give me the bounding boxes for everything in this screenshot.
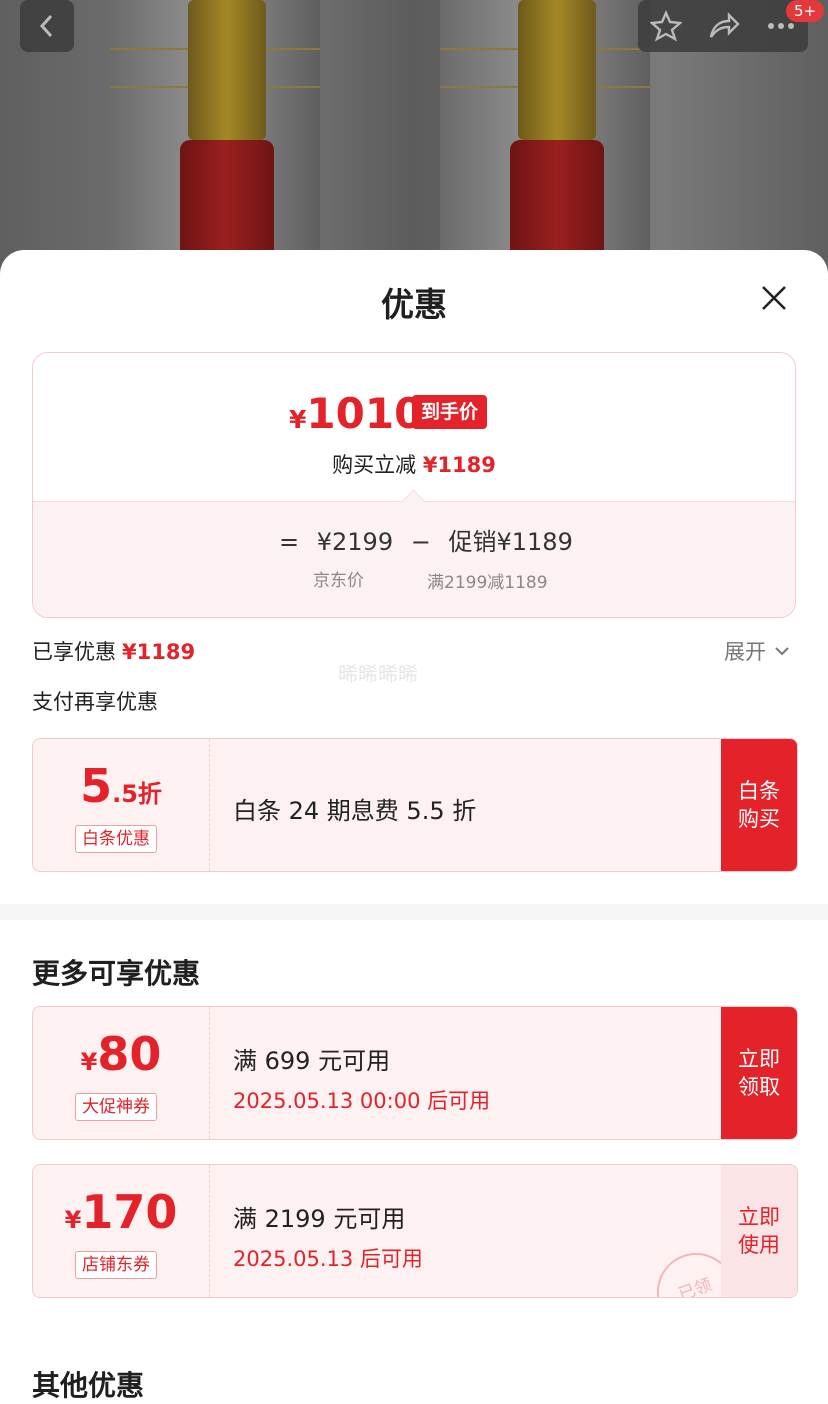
discount-sheet: 优惠 ¥1010 到手价 购买立减 ¥1189 = ¥2199 − 促销¥118… — [0, 250, 828, 1404]
star-icon[interactable] — [650, 10, 683, 42]
coupon-tag: 店铺东券 — [75, 1251, 157, 1279]
coupon-tag: 白条优惠 — [75, 825, 157, 853]
final-price: ¥1010 — [289, 389, 423, 438]
reduce-label: 购买立减 — [332, 453, 417, 477]
price-formula: = ¥2199 − 促销¥1189 — [279, 522, 583, 557]
coupon-desc: 满 2199 元可用 — [233, 1205, 406, 1233]
currency-symbol: ¥ — [80, 1048, 98, 1076]
top-actions — [638, 0, 808, 52]
use-button[interactable]: 立即 使用 — [721, 1165, 797, 1297]
payment-discount-title: 支付再享优惠 — [32, 690, 158, 714]
section-divider — [0, 904, 828, 920]
other-discounts-title: 其他优惠 — [32, 1369, 145, 1402]
coupon-desc: 满 699 元可用 — [233, 1047, 391, 1075]
more-icon[interactable] — [766, 21, 796, 31]
sheet-title: 优惠 — [381, 285, 447, 324]
discount-big: 5 — [80, 759, 113, 813]
coupon-amount-section: ¥170 店铺东券 — [33, 1165, 210, 1297]
coupon-date: 2025.05.13 后可用 — [233, 1247, 423, 1271]
coupon-amount: 5.5折 — [33, 759, 209, 813]
enjoyed-discount: 已享优惠 ¥1189 — [32, 636, 195, 666]
jd-price-value: ¥2199 — [316, 528, 394, 556]
message-count-badge: 5+ — [786, 0, 824, 22]
cta-label: 立即 领取 — [738, 1047, 780, 1099]
coupon-value: 170 — [81, 1185, 178, 1239]
product-bottle-image — [440, 0, 650, 280]
expand-button[interactable]: 展开 — [724, 636, 790, 666]
enjoyed-value: ¥1189 — [122, 640, 196, 664]
chevron-left-icon — [39, 14, 53, 38]
baitiao-coupon: 5.5折 白条优惠 白条 24 期息费 5.5 折 白条 购买 — [32, 738, 798, 872]
back-button[interactable] — [20, 0, 74, 52]
equals-sign: = — [279, 528, 300, 556]
chevron-down-icon — [775, 647, 789, 656]
baitiao-buy-button[interactable]: 白条 购买 — [721, 739, 797, 871]
price-formula-section: = ¥2199 − 促销¥1189 京东价 满2199减1189 — [33, 501, 795, 617]
product-bottle-image — [110, 0, 320, 280]
coupon-amount: ¥80 — [33, 1027, 209, 1081]
final-price-value: 1010 — [306, 389, 424, 438]
minus-sign: − — [410, 528, 431, 556]
coupon-amount-section: ¥80 大促神券 — [33, 1007, 210, 1139]
expand-label: 展开 — [724, 640, 766, 664]
coupon-amount-section: 5.5折 白条优惠 — [33, 739, 210, 871]
coupon-amount: ¥170 — [33, 1185, 209, 1239]
currency-symbol: ¥ — [289, 405, 307, 434]
price-breakdown-card: ¥1010 到手价 购买立减 ¥1189 = ¥2199 − 促销¥1189 京… — [32, 352, 796, 618]
jd-price-label: 京东价 — [313, 571, 364, 591]
claim-button[interactable]: 立即 领取 — [721, 1007, 797, 1139]
promo-label: 促销 — [448, 528, 497, 556]
enjoyed-label: 已享优惠 — [32, 640, 116, 664]
cta-label: 白条 购买 — [738, 779, 780, 831]
promo-value: ¥1189 — [496, 528, 573, 556]
discount-small: .5折 — [112, 780, 162, 808]
share-icon[interactable] — [707, 10, 741, 42]
watermark-text: 晞晞晞晞 — [338, 662, 418, 686]
promo-rule: 满2199减1189 — [427, 573, 548, 593]
coupon-card: ¥170 店铺东券 满 2199 元可用 2025.05.13 后可用 已领 立… — [32, 1164, 798, 1298]
coupon-tag: 大促神券 — [75, 1093, 157, 1121]
instant-reduction: 购买立减 ¥1189 — [33, 449, 795, 479]
final-price-section: ¥1010 到手价 购买立减 ¥1189 — [33, 353, 795, 501]
coupon-card: ¥80 大促神券 满 699 元可用 2025.05.13 00:00 后可用 … — [32, 1006, 798, 1140]
currency-symbol: ¥ — [64, 1206, 82, 1234]
cta-label: 立即 使用 — [738, 1205, 780, 1257]
close-icon[interactable] — [758, 282, 790, 314]
coupon-value: 80 — [97, 1027, 162, 1081]
reduce-value: ¥1189 — [422, 453, 496, 477]
coupon-date: 2025.05.13 00:00 后可用 — [233, 1089, 491, 1113]
final-price-tag: 到手价 — [412, 395, 488, 429]
more-discounts-title: 更多可享优惠 — [32, 957, 201, 990]
coupon-desc: 白条 24 期息费 5.5 折 — [233, 797, 477, 825]
